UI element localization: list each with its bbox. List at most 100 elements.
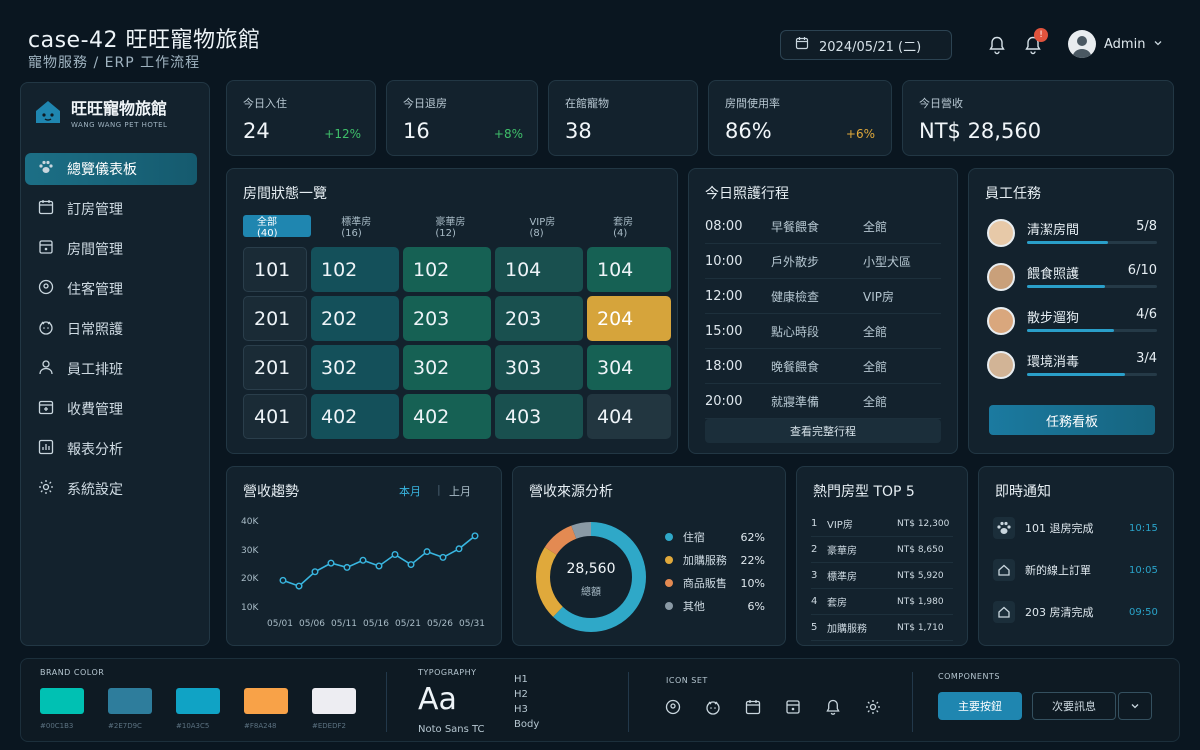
room-type: 標準房 <box>827 572 857 583</box>
room-cell[interactable]: 104 <box>495 247 583 292</box>
stat-value: NT$ 28,560 <box>919 119 1042 143</box>
sidebar-item-label: 訂房管理 <box>67 202 123 218</box>
notification-item[interactable]: 101 退房完成 10:15 <box>993 515 1161 541</box>
stat-value: 16 <box>403 119 430 143</box>
task-count: 6/10 <box>1127 263 1157 278</box>
task-progress <box>1027 329 1157 332</box>
schedule-area: 小型犬區 <box>863 254 912 269</box>
sidebar-item-0[interactable]: 總覽儀表板 <box>25 153 197 185</box>
chevron-down-icon <box>1131 704 1139 709</box>
dropdown-button-sample[interactable] <box>1118 692 1152 720</box>
room-cell[interactable]: 401 <box>243 394 307 439</box>
task-name: 環境消毒 <box>1027 355 1080 370</box>
sidebar-item-1[interactable]: 訂房管理 <box>25 193 197 225</box>
room-cell[interactable]: 202 <box>311 296 399 341</box>
calendar-icon <box>37 198 55 220</box>
schedule-activity: 點心時段 <box>771 324 820 339</box>
brand-color-swatch <box>244 688 288 714</box>
stat-card: 今日退房 16 +8% <box>386 80 538 156</box>
user-menu[interactable]: Admin <box>1068 30 1163 58</box>
top-room-types-panel: 熱門房型 TOP 5 1 VIP房 NT$ 12,300 2 豪華房 NT$ 8,650 3… <box>796 466 968 646</box>
tab-room-type-4[interactable]: 套房(4) <box>599 215 661 239</box>
top-room-row: 2 豪華房 NT$ 8,650 <box>811 537 953 563</box>
room-cell[interactable]: 102 <box>403 247 491 292</box>
view-full-schedule-button[interactable]: 查看完整行程 <box>705 419 941 443</box>
room-cell[interactable]: 203 <box>403 296 491 341</box>
room-cell[interactable]: 204 <box>587 296 671 341</box>
tab-room-type-1[interactable]: 標準房(16) <box>327 215 405 239</box>
room-cell[interactable]: 104 <box>587 247 671 292</box>
room-cell[interactable]: 203 <box>495 296 583 341</box>
tab-room-type-3[interactable]: VIP房(8) <box>515 215 583 239</box>
trend-point <box>343 563 351 571</box>
sidebar-item-2[interactable]: 房間管理 <box>25 233 197 265</box>
tab-room-type-0[interactable]: 全部(40) <box>243 215 312 239</box>
source-title: 營收來源分析 <box>529 484 613 500</box>
avatar <box>987 307 1015 335</box>
room-type: VIP房 <box>827 520 853 531</box>
room-cell[interactable]: 403 <box>495 394 583 439</box>
rank: 1 <box>811 518 818 529</box>
room-cell[interactable]: 201 <box>243 296 307 341</box>
room-cell[interactable]: 302 <box>311 345 399 390</box>
schedule-row: 15:00 點心時段 全館 <box>705 314 941 349</box>
room-cell[interactable]: 402 <box>403 394 491 439</box>
room-status-title: 房間狀態一覽 <box>243 186 327 202</box>
notification-text: 101 退房完成 <box>1025 522 1094 535</box>
room-cell[interactable]: 201 <box>243 345 307 390</box>
components-heading: COMPONENTS <box>938 672 1000 681</box>
schedule-time: 10:00 <box>705 253 743 269</box>
date-picker[interactable]: 2024/05/21 (二) <box>780 30 952 60</box>
room-cell[interactable]: 101 <box>243 247 307 292</box>
task-count: 4/6 <box>1136 307 1157 322</box>
room-cell[interactable]: 302 <box>403 345 491 390</box>
secondary-button-sample[interactable]: 次要訊息 <box>1032 692 1116 720</box>
brand-color-hex: #10A3C5 <box>176 722 210 730</box>
room-cell[interactable]: 304 <box>587 345 671 390</box>
calendar-icon <box>795 36 809 54</box>
rank: 5 <box>811 622 818 633</box>
home-icon <box>993 601 1015 623</box>
schedule-activity: 健康檢查 <box>771 289 820 304</box>
trend-point <box>455 545 463 553</box>
trend-point <box>311 568 319 576</box>
bell-icon[interactable] <box>984 32 1010 58</box>
tab-room-type-2[interactable]: 豪華房(12) <box>421 215 499 239</box>
donut-center-value: 28,560 <box>566 561 616 577</box>
task-board-button[interactable]: 任務看板 <box>989 405 1155 435</box>
schedule-area: 全館 <box>863 324 888 339</box>
room-cell[interactable]: 402 <box>311 394 399 439</box>
gear-icon <box>37 478 55 500</box>
sidebar-item-6[interactable]: 收費管理 <box>25 393 197 425</box>
stat-change: +8% <box>493 127 523 141</box>
stat-label: 今日入住 <box>243 97 287 110</box>
stat-change: +6% <box>845 127 875 141</box>
legend-item: 商品販售 10% <box>665 575 765 591</box>
sidebar-item-8[interactable]: 系統設定 <box>25 473 197 505</box>
notification-button[interactable]: ! <box>1020 28 1048 58</box>
paw-icon <box>37 158 55 180</box>
sidebar-item-5[interactable]: 員工排班 <box>25 353 197 385</box>
stat-value: 24 <box>243 119 270 143</box>
stat-card: 今日營收 NT$ 28,560 <box>902 80 1174 156</box>
room-cell[interactable]: 303 <box>495 345 583 390</box>
task-name: 散步遛狗 <box>1027 311 1080 326</box>
room-cell[interactable]: 404 <box>587 394 671 439</box>
sidebar-item-3[interactable]: 住客管理 <box>25 273 197 305</box>
sidebar-item-label: 收費管理 <box>67 402 123 418</box>
primary-button-sample[interactable]: 主要按鈕 <box>938 692 1022 720</box>
sidebar-item-label: 報表分析 <box>67 442 123 458</box>
staff-tasks-panel: 員工任務 清潔房間 5/8 餵食照護 6/10 散步遛狗 4/6 環境消毒 3/4 任務看板 <box>968 168 1174 454</box>
notification-item[interactable]: 203 房清完成 09:50 <box>993 599 1161 625</box>
sidebar-item-7[interactable]: 報表分析 <box>25 433 197 465</box>
room-cell[interactable]: 102 <box>311 247 399 292</box>
sidebar-item-4[interactable]: 日常照護 <box>25 313 197 345</box>
notification-item[interactable]: 新的線上訂單 10:05 <box>993 557 1161 583</box>
task-count: 5/8 <box>1136 219 1157 234</box>
sidebar-item-label: 員工排班 <box>67 362 123 378</box>
schedule-title: 今日照護行程 <box>705 186 789 202</box>
task-item: 清潔房間 5/8 <box>987 215 1157 251</box>
room-type: 豪華房 <box>827 546 857 557</box>
schedule-activity: 晚餐餵食 <box>771 359 820 374</box>
task-progress <box>1027 241 1157 244</box>
